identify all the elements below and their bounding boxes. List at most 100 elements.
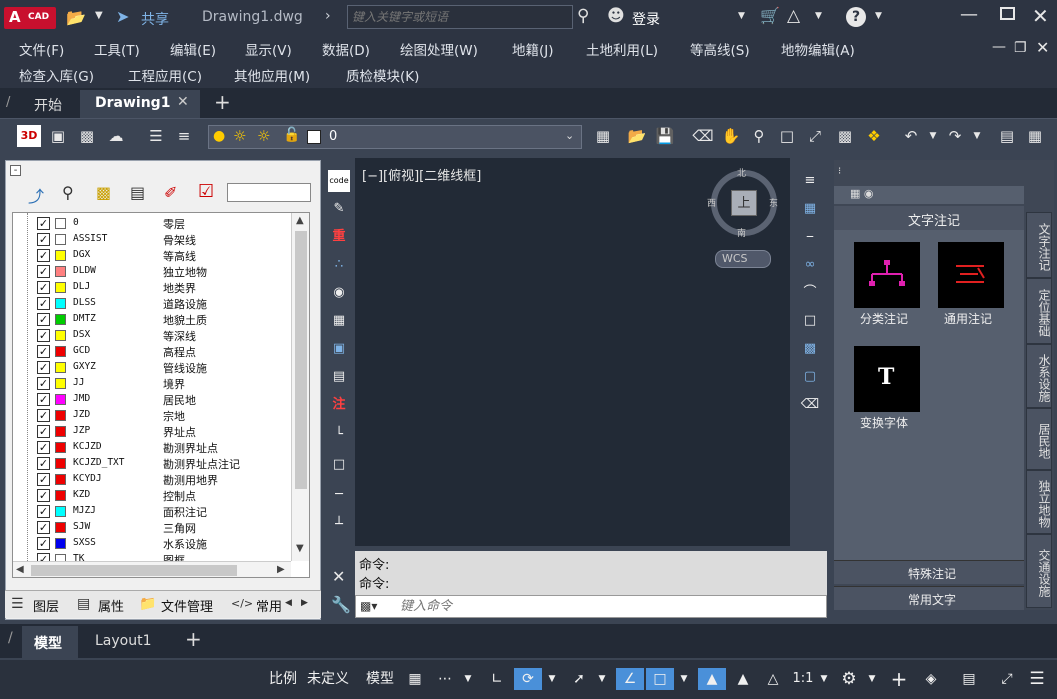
menu-cadastre[interactable]: 地籍(J) [512, 39, 554, 59]
layer-row[interactable]: ✓ DLSS 道路设施 [13, 296, 291, 312]
menu-edit[interactable]: 编辑(E) [170, 39, 216, 59]
layer-visible-checkbox[interactable]: ✓ [37, 473, 50, 486]
tab-scroll-left-icon[interactable]: ◀ [285, 598, 292, 608]
layer-color-swatch[interactable] [55, 362, 66, 373]
layer-visible-checkbox[interactable]: ✓ [37, 249, 50, 262]
grid-tool-icon[interactable]: ▦ [328, 310, 350, 332]
layer-row[interactable]: ✓ DGX 等高线 [13, 248, 291, 264]
layer-color-swatch[interactable] [55, 314, 66, 325]
menu-tools[interactable]: 工具(T) [94, 39, 140, 59]
scale-value[interactable]: 未定义 [304, 668, 352, 690]
snap-icon[interactable]: ⋯ [432, 668, 458, 690]
render-icon[interactable]: ▣ [47, 125, 69, 147]
annotate-icon[interactable]: 注 [328, 394, 350, 416]
compass-east[interactable]: 东 [769, 196, 778, 209]
layer-row[interactable]: ✓ SXSS 水系设施 [13, 536, 291, 552]
vertical-scrollbar[interactable]: ▲ ▼ [291, 213, 309, 561]
viewcube-top-face[interactable]: 上 [731, 190, 757, 216]
compass-south[interactable]: 南 [737, 226, 746, 239]
cube-icon[interactable]: ▦ [799, 198, 821, 220]
tab-layout1[interactable]: Layout1 [95, 633, 152, 649]
layer-visible-checkbox[interactable]: ✓ [37, 489, 50, 502]
eraser-icon[interactable]: ⌫ [692, 125, 714, 147]
app-dropdown-icon[interactable]: ▼ [815, 11, 822, 21]
menu-contour[interactable]: 等高线(S) [690, 39, 750, 59]
tab-file-manager[interactable]: 文件管理 [161, 596, 213, 615]
layer-row[interactable]: ✓ GXYZ 管线设施 [13, 360, 291, 376]
layer-visible-checkbox[interactable]: ✓ [37, 377, 50, 390]
grid-icon[interactable]: ▦ [402, 668, 428, 690]
isodraft-dropdown-icon[interactable]: ▼ [594, 668, 610, 690]
layer-color-swatch[interactable] [55, 506, 66, 517]
layer-check-icon[interactable]: ☑ [198, 181, 214, 202]
layer-state-icon[interactable]: ✐ [164, 183, 177, 202]
layer-row[interactable]: ✓ JMD 居民地 [13, 392, 291, 408]
polar-icon[interactable]: ⟳ [514, 668, 542, 690]
layer-color-swatch[interactable] [55, 266, 66, 277]
layout-menu-icon[interactable]: / [8, 630, 13, 646]
hamburger-icon[interactable]: / [6, 95, 10, 110]
search-icon[interactable]: ⚲ [577, 6, 589, 26]
zoom-all-icon[interactable]: ▩ [834, 125, 856, 147]
menu-landuse[interactable]: 土地利用(L) [586, 39, 658, 59]
scroll-up-icon[interactable]: ▲ [296, 215, 304, 226]
login-dropdown-icon[interactable]: ▼ [738, 11, 745, 21]
model-space-button[interactable]: 模型 [362, 668, 398, 690]
tab-common[interactable]: 常用 [256, 596, 282, 615]
tab-start[interactable]: 开始 [34, 95, 62, 115]
layer-filter-icon[interactable]: ▩ [96, 183, 111, 202]
layer-color-swatch[interactable] [55, 490, 66, 501]
panel-collapse-icon[interactable]: - [10, 165, 21, 176]
horizontal-scrollbar[interactable]: ◀ ▶ [13, 561, 291, 577]
layer-visible-checkbox[interactable]: ✓ [37, 345, 50, 358]
layer-color-swatch[interactable] [55, 458, 66, 469]
layer-search-field[interactable] [227, 183, 311, 202]
side-tab-traffic[interactable]: 交通设施 [1026, 534, 1052, 608]
palette-section-special[interactable]: 特殊注记 [834, 560, 1024, 584]
cart-icon[interactable]: 🛒 [760, 6, 780, 25]
pan-icon[interactable]: ✋ [720, 125, 742, 147]
layer-color-swatch[interactable] [55, 250, 66, 261]
side-tab-water[interactable]: 水系设施 [1026, 344, 1052, 408]
menu-file[interactable]: 文件(F) [19, 39, 64, 59]
layer-row[interactable]: ✓ JZD 宗地 [13, 408, 291, 424]
side-tab-positioning[interactable]: 定位基础 [1026, 278, 1052, 344]
palette-close-icon[interactable]: ⁝ [838, 166, 841, 177]
search-input[interactable] [347, 5, 573, 29]
isodraft-icon[interactable]: ➚ [566, 668, 592, 690]
layer-visible-checkbox[interactable]: ✓ [37, 297, 50, 310]
menu-other[interactable]: 其他应用(M) [234, 65, 310, 85]
ratio-dropdown-icon[interactable]: ▼ [816, 668, 832, 690]
layer-visible-checkbox[interactable]: ✓ [37, 425, 50, 438]
redo-icon[interactable]: ↷ [944, 125, 966, 147]
polar-dropdown-icon[interactable]: ▼ [544, 668, 560, 690]
line-icon[interactable]: ─ [328, 484, 350, 506]
compass-west[interactable]: 西 [707, 196, 716, 209]
layer-row[interactable]: ✓ JJ 境界 [13, 376, 291, 392]
gear-dropdown-icon[interactable]: ▼ [864, 668, 880, 690]
close-tab-icon[interactable]: ✕ [177, 94, 189, 110]
layer-color-swatch[interactable] [55, 442, 66, 453]
customize-menu-icon[interactable]: ☰ [1024, 668, 1050, 690]
menu-feature-edit[interactable]: 地物编辑(A) [781, 39, 855, 59]
side-tab-text-annotation[interactable]: 文字注记 [1026, 212, 1052, 278]
measure-icon[interactable]: ▤ [328, 366, 350, 388]
layer-visible-checkbox[interactable]: ✓ [37, 313, 50, 326]
corner-icon[interactable]: └ [328, 424, 350, 446]
ortho-icon[interactable]: ∟ [484, 668, 510, 690]
layer-color-swatch[interactable] [55, 234, 66, 245]
palette-item-general-label[interactable]: 通用注记 [944, 310, 992, 327]
cloud-icon[interactable]: ☁ [105, 125, 127, 147]
save-icon[interactable]: 💾 [654, 125, 676, 147]
layer-visible-checkbox[interactable]: ✓ [37, 441, 50, 454]
layer-color-swatch[interactable] [55, 474, 66, 485]
nodes-icon[interactable]: ∴ [328, 254, 350, 276]
layer-visible-checkbox[interactable]: ✓ [37, 457, 50, 470]
help-dropdown-icon[interactable]: ▼ [875, 11, 882, 21]
layer-color-swatch[interactable] [55, 394, 66, 405]
compass-north[interactable]: 北 [737, 166, 746, 179]
layer-row[interactable]: ✓ JZP 界址点 [13, 424, 291, 440]
baseline-icon[interactable]: ┴ [328, 514, 350, 536]
layer-row[interactable]: ✓ DMTZ 地貌土质 [13, 312, 291, 328]
snap-dropdown-icon[interactable]: ▼ [460, 668, 476, 690]
